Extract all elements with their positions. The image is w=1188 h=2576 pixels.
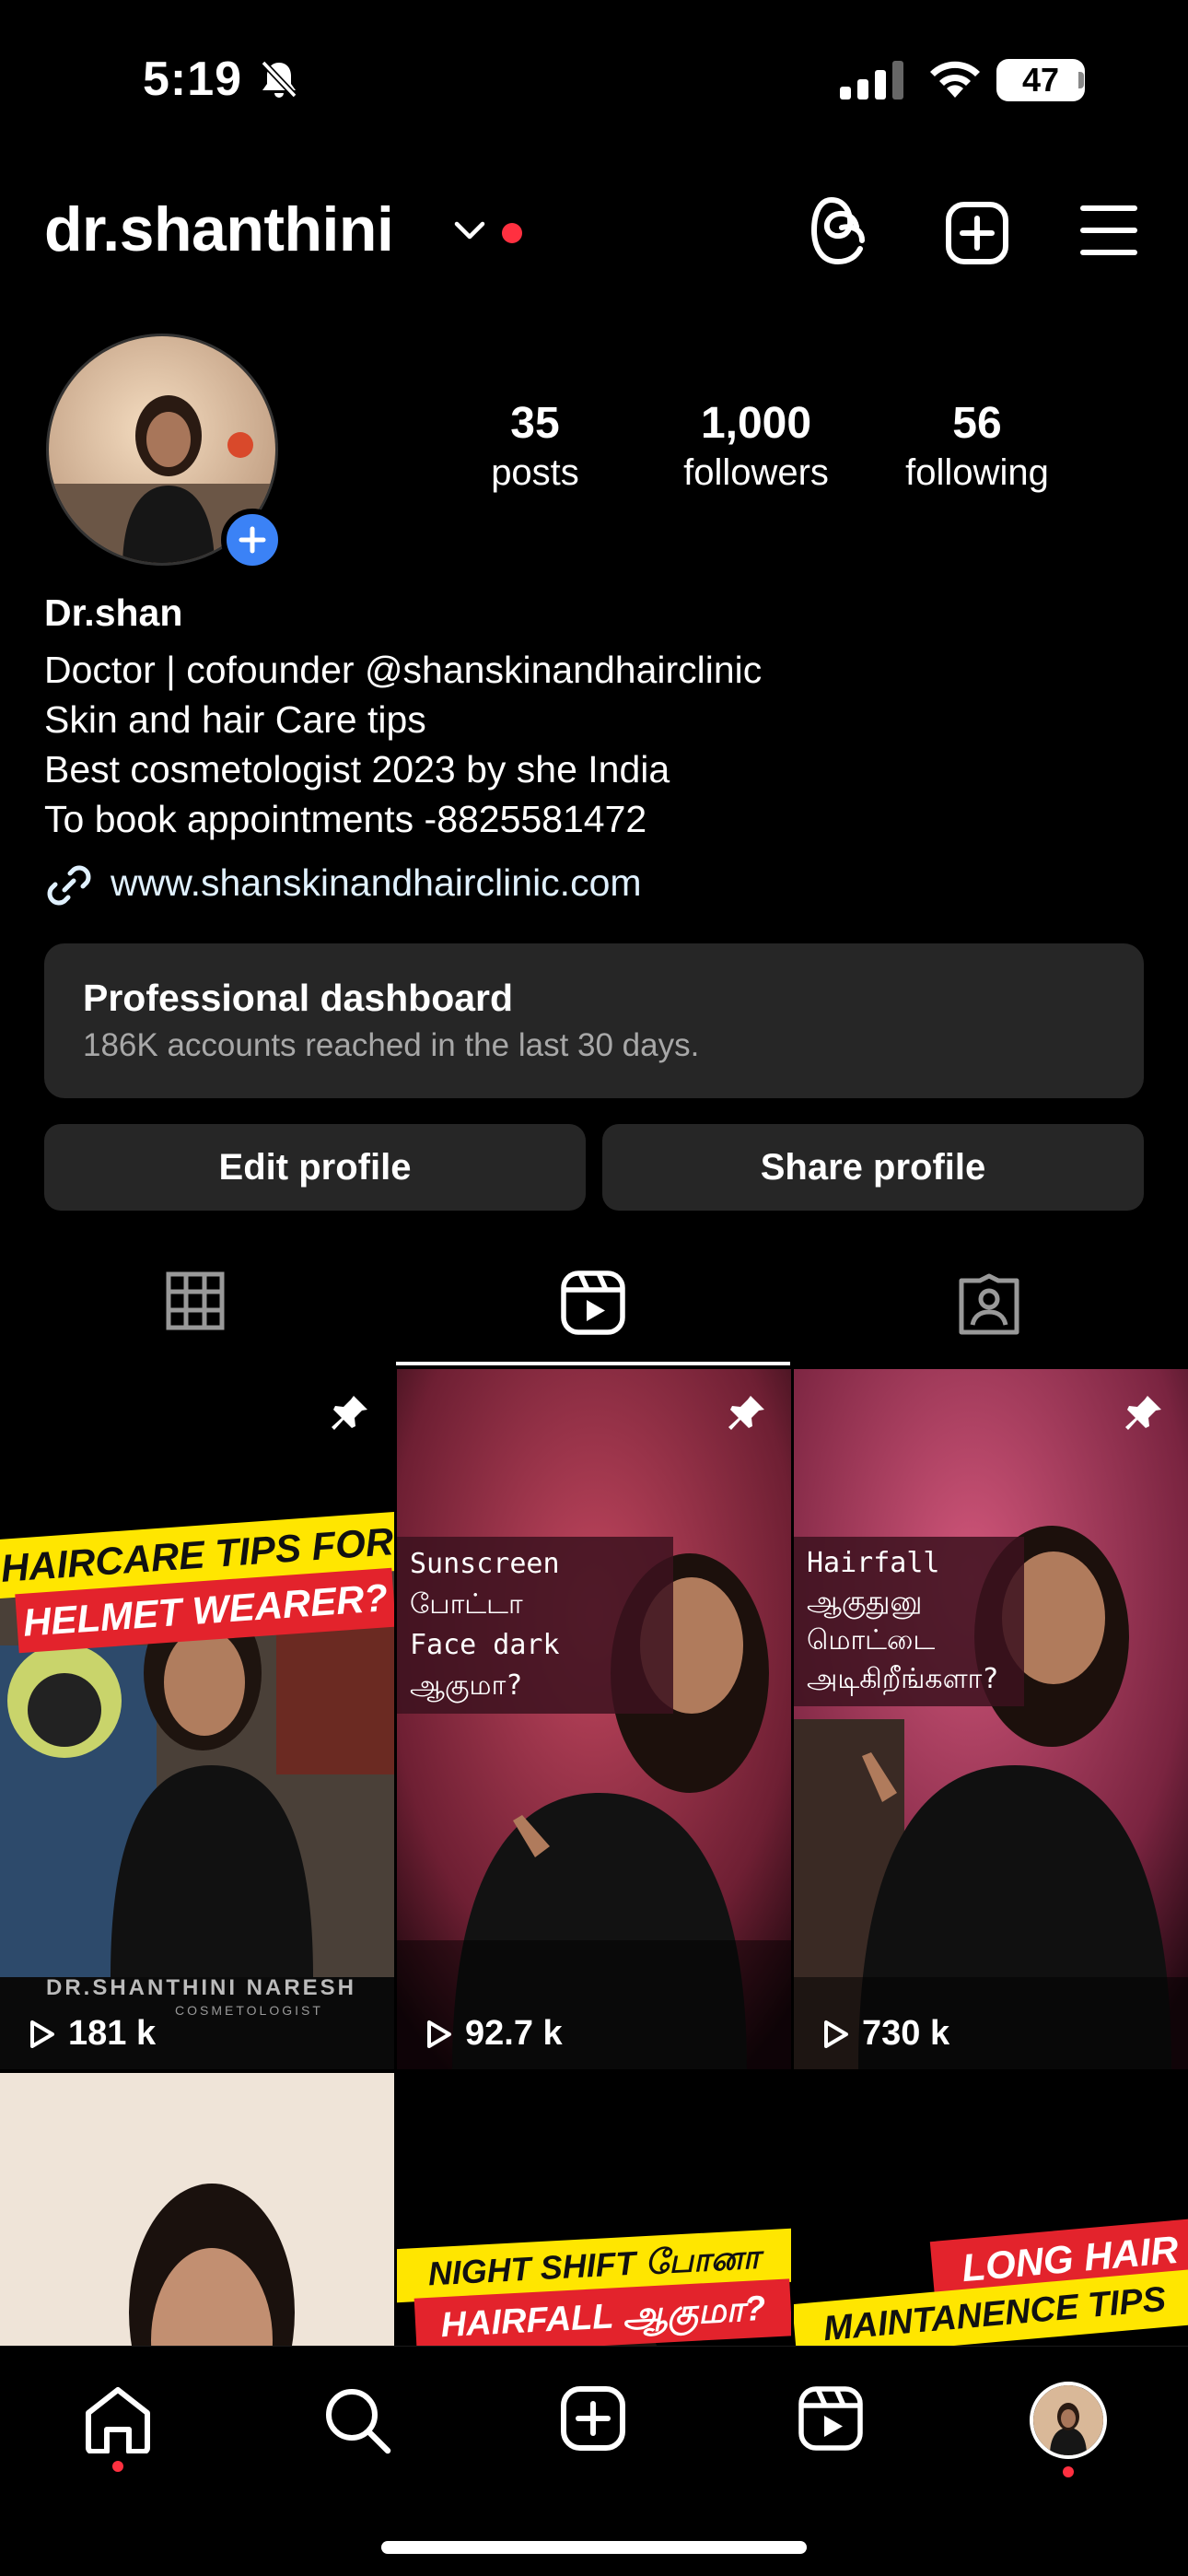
view-count-text: 181 k	[68, 2014, 157, 2053]
link-icon	[44, 861, 94, 910]
play-icon	[824, 2020, 848, 2048]
bio-line: Best cosmetologist 2023 by she India	[44, 748, 670, 790]
reel-caption-line: Face dark ஆகுமா?	[410, 1629, 560, 1702]
reel-caption-line: Hairfall ஆகுதுனு	[807, 1547, 940, 1618]
stat-value: 56	[952, 399, 1002, 448]
reel-thumbnail[interactable]: Sunscreen போட்டா Face dark ஆகுமா? 92.7 k	[397, 1369, 791, 2069]
reel-watermark-sub: COSMETOLOGIST	[175, 2003, 323, 2018]
reel-caption: Hairfall ஆகுதுனு மொட்டை அடிகிறீங்களா?	[794, 1537, 1024, 1706]
bell-slash-icon	[258, 59, 300, 100]
view-count-text: 92.7 k	[465, 2014, 563, 2053]
dashboard-subtitle: 186K accounts reached in the last 30 day…	[83, 1027, 700, 1063]
play-icon	[30, 2020, 54, 2048]
view-count: 92.7 k	[423, 2014, 563, 2054]
add-story-icon[interactable]	[221, 509, 284, 571]
stat-label: posts	[491, 452, 579, 493]
battery-icon: 47	[996, 59, 1085, 101]
stat-following[interactable]: 56 following	[876, 398, 1078, 496]
stat-posts[interactable]: 35 posts	[434, 398, 636, 496]
create-post-icon[interactable]	[945, 201, 1009, 265]
battery-cap	[1078, 72, 1084, 88]
profile-avatar-nav[interactable]	[1030, 2382, 1107, 2459]
notification-dot	[1063, 2466, 1074, 2477]
chevron-down-icon[interactable]	[453, 219, 486, 241]
reel-caption: Sunscreen போட்டா Face dark ஆகுமா?	[397, 1537, 673, 1714]
stat-label: followers	[683, 452, 829, 493]
create-post-icon[interactable]	[560, 2385, 626, 2452]
stat-label: following	[905, 452, 1049, 493]
reel-caption-line: Sunscreen போட்டா	[410, 1548, 560, 1621]
view-count: 181 k	[26, 2014, 156, 2054]
tab-tagged-icon[interactable]	[958, 1273, 1020, 1336]
home-indicator	[381, 2541, 807, 2554]
search-icon[interactable]	[322, 2385, 392, 2455]
home-icon[interactable]	[83, 2385, 153, 2453]
reel-watermark: DR.SHANTHINI NARESH	[46, 1975, 357, 2000]
reel-caption-line: மொட்டை	[807, 1624, 936, 1657]
play-icon	[427, 2020, 451, 2048]
professional-dashboard-card[interactable]: Professional dashboard 186K accounts rea…	[44, 943, 1144, 1098]
threads-icon[interactable]	[810, 195, 877, 265]
dashboard-title: Professional dashboard	[83, 977, 514, 1019]
profile-username[interactable]: dr.shanthini	[44, 193, 394, 265]
reel-thumbnail[interactable]: LONG HAIR MAINTANENCE TIPS	[794, 2073, 1188, 2349]
stat-followers[interactable]: 1,000 followers	[655, 398, 857, 496]
pin-icon	[330, 1393, 370, 1434]
display-name: Dr.shan	[44, 591, 183, 634]
reel-thumbnail[interactable]: HAIRCARE TIPS FOR HELMET WEARER? DR.SHAN…	[0, 1369, 394, 2069]
view-count-text: 730 k	[862, 2014, 950, 2053]
stat-value: 1,000	[700, 399, 812, 448]
reel-thumbnail[interactable]: Hairfall ஆகுதுனு மொட்டை அடிகிறீங்களா? 73…	[794, 1369, 1188, 2069]
stat-value: 35	[510, 399, 560, 448]
hamburger-menu-icon[interactable]	[1079, 203, 1138, 258]
tab-posts-grid-icon[interactable]	[166, 1271, 225, 1330]
bio-line: To book appointments -8825581472	[44, 798, 647, 840]
wifi-icon	[926, 57, 984, 100]
cellular-signal-icon	[840, 61, 906, 100]
notification-dot	[502, 223, 522, 243]
reel-thumbnail[interactable]	[0, 2073, 394, 2349]
bio-line: Skin and hair Care tips	[44, 698, 426, 741]
reel-thumbnail[interactable]: NIGHT SHIFT போனா HAIRFALL ஆகுமா?	[397, 2073, 791, 2349]
reels-icon[interactable]	[798, 2385, 864, 2452]
status-time: 5:19	[143, 53, 243, 106]
share-profile-button[interactable]: Share profile	[602, 1124, 1144, 1211]
reel-caption-line: அடிகிறீங்களா?	[807, 1663, 999, 1695]
bio-line: Doctor | cofounder @shanskinandhairclini…	[44, 649, 763, 691]
pin-icon	[727, 1393, 767, 1434]
view-count: 730 k	[820, 2014, 949, 2054]
edit-profile-button[interactable]: Edit profile	[44, 1124, 586, 1211]
notification-dot	[112, 2461, 123, 2472]
website-link[interactable]: www.shanskinandhairclinic.com	[111, 861, 642, 905]
active-tab-indicator	[396, 1362, 790, 1365]
tab-reels-icon[interactable]	[560, 1270, 626, 1336]
pin-icon	[1124, 1393, 1164, 1434]
